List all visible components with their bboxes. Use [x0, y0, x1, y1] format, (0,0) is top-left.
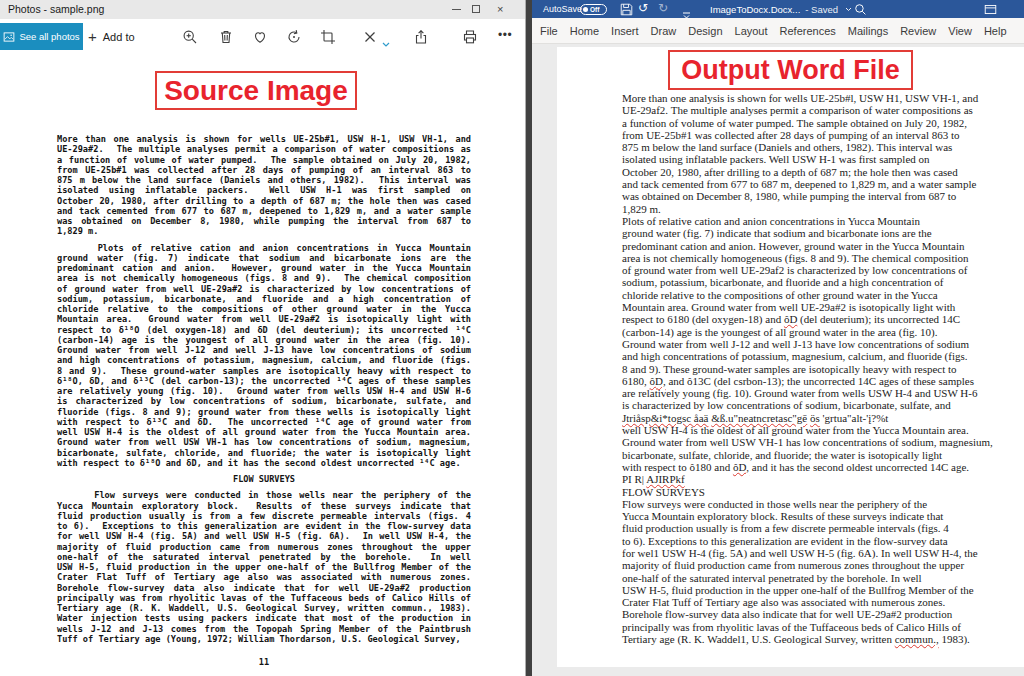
save-status: - Saved	[805, 4, 838, 15]
zoom-in-icon[interactable]	[182, 29, 198, 45]
maximize-button[interactable]	[472, 5, 480, 13]
scanned-document-text: More than one analysis is shown for well…	[57, 134, 471, 650]
edit-options-chevron-icon[interactable]	[382, 34, 390, 40]
menu-tab-insert[interactable]: Insert	[611, 25, 639, 37]
share-icon[interactable]	[413, 29, 429, 45]
plus-icon: +	[88, 28, 97, 45]
menu-tab-file[interactable]: File	[540, 25, 558, 37]
menu-tab-references[interactable]: References	[780, 25, 836, 37]
window-separator	[525, 0, 532, 676]
undo-icon[interactable]: ↺	[638, 0, 648, 18]
favorite-icon[interactable]	[252, 29, 268, 45]
see-all-photos-button[interactable]: See all photos	[0, 23, 83, 50]
photos-icon	[3, 31, 15, 43]
document-paragraph: More than one analysis is shown for well…	[57, 134, 471, 237]
word-canvas: Output Word File More than one analysis …	[532, 45, 1024, 676]
ribbon-display-options-icon[interactable]	[984, 2, 998, 16]
autosave-label: AutoSave	[543, 4, 582, 14]
menu-tab-draw[interactable]: Draw	[651, 25, 677, 37]
add-to-button[interactable]: + Add to	[88, 23, 135, 50]
menu-tab-view[interactable]: View	[948, 25, 972, 37]
autosave-toggle-knob	[583, 7, 588, 12]
word-window: AutoSave Off ↺ ↻ ImageToDocx.Docx... - S…	[532, 0, 1024, 676]
document-paragraph: Flow surveys were conducted in those wel…	[57, 490, 471, 644]
minimize-button[interactable]	[452, 9, 461, 10]
save-icon[interactable]	[620, 2, 634, 16]
menu-tab-mailings[interactable]: Mailings	[848, 25, 888, 37]
photos-toolbar: See all photos + Add to	[0, 19, 525, 50]
redo-icon[interactable]: ↻	[658, 0, 668, 18]
source-image-annotation: Source Image	[155, 71, 357, 110]
more-commands-icon[interactable]	[682, 5, 696, 19]
word-document-text[interactable]: More than one analysis is shown for well…	[622, 92, 993, 645]
document-paragraph: Plots of relative cation and anion conce…	[57, 243, 471, 469]
autosave-state: Off	[590, 6, 599, 13]
photos-window-title: Photos - sample.png	[8, 3, 104, 15]
menu-tab-home[interactable]: Home	[570, 25, 599, 37]
crop-icon[interactable]	[320, 29, 336, 45]
title-dropdown-icon	[845, 7, 852, 12]
edit-icon[interactable]	[363, 30, 379, 46]
word-page: Output Word File More than one analysis …	[557, 47, 1024, 667]
delete-icon[interactable]	[218, 29, 234, 45]
document-heading: FLOW SURVEYS	[57, 474, 471, 484]
more-icon[interactable]: •••	[498, 28, 512, 42]
word-menubar: File Home Insert Draw Design Layout References…	[532, 18, 1024, 44]
menu-tab-design[interactable]: Design	[688, 25, 722, 37]
autosave-toggle[interactable]: Off	[580, 4, 607, 15]
page-number: 11	[57, 657, 471, 667]
document-title[interactable]: ImageToDocx.Docx... - Saved	[710, 4, 852, 15]
menu-tab-help[interactable]: Help	[984, 25, 1007, 37]
print-icon[interactable]	[462, 29, 478, 45]
photos-window: Photos - sample.png × See all photos + A…	[0, 0, 525, 676]
rotate-icon[interactable]	[286, 29, 302, 45]
word-titlebar: AutoSave Off ↺ ↻ ImageToDocx.Docx... - S…	[532, 0, 1024, 18]
menu-tab-review[interactable]: Review	[900, 25, 936, 37]
output-word-file-annotation: Output Word File	[668, 50, 913, 90]
photos-titlebar: Photos - sample.png ×	[0, 0, 525, 19]
menu-tab-layout[interactable]: Layout	[735, 25, 768, 37]
close-button[interactable]: ×	[497, 0, 503, 19]
search-icon[interactable]	[854, 2, 868, 16]
